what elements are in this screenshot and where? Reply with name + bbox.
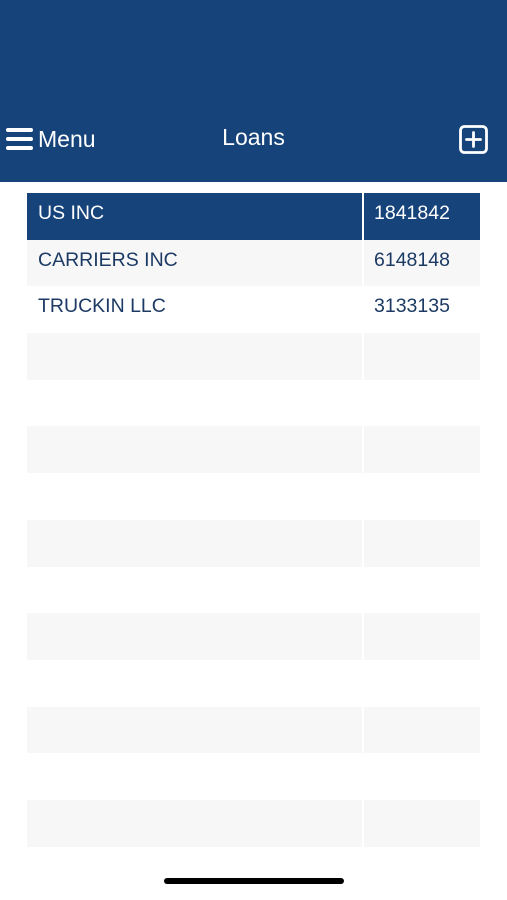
loan-number: 3133135 bbox=[374, 295, 450, 318]
column-divider bbox=[362, 333, 364, 380]
home-indicator bbox=[164, 878, 344, 884]
hamburger-icon bbox=[6, 128, 33, 150]
plus-square-icon bbox=[459, 125, 488, 154]
menu-button[interactable]: Menu bbox=[6, 122, 96, 156]
empty-row bbox=[27, 379, 480, 427]
loan-number: 6148148 bbox=[374, 248, 450, 271]
add-button[interactable] bbox=[458, 124, 490, 156]
empty-row bbox=[27, 426, 480, 474]
column-divider bbox=[362, 239, 364, 287]
loan-list: US INC 1841842 CARRIERS INC 6148148 TRUCKIN … bbox=[27, 193, 480, 847]
empty-row bbox=[27, 799, 480, 847]
column-divider bbox=[362, 706, 364, 754]
empty-row bbox=[27, 706, 480, 754]
loan-row[interactable]: CARRIERS INC 6148148 bbox=[27, 239, 480, 287]
empty-row bbox=[27, 473, 480, 520]
column-divider bbox=[362, 799, 364, 847]
loan-name: US INC bbox=[38, 202, 105, 224]
column-divider bbox=[362, 286, 364, 334]
empty-row bbox=[27, 613, 480, 660]
app-header: Menu Loans bbox=[0, 0, 507, 182]
empty-row bbox=[27, 333, 480, 380]
menu-label: Menu bbox=[38, 125, 96, 152]
column-divider bbox=[362, 519, 364, 567]
empty-row bbox=[27, 566, 480, 614]
loan-name: TRUCKIN LLC bbox=[38, 295, 166, 318]
column-divider bbox=[362, 379, 364, 427]
column-divider bbox=[362, 193, 364, 240]
loan-row[interactable]: TRUCKIN LLC 3133135 bbox=[27, 286, 480, 334]
column-divider bbox=[362, 659, 364, 707]
empty-row bbox=[27, 753, 480, 800]
column-divider bbox=[362, 566, 364, 614]
column-divider bbox=[362, 753, 364, 800]
empty-row bbox=[27, 659, 480, 707]
column-divider bbox=[362, 473, 364, 520]
loan-row[interactable]: US INC 1841842 bbox=[27, 193, 480, 240]
column-divider bbox=[362, 426, 364, 474]
column-divider bbox=[362, 613, 364, 660]
loan-number: 1841842 bbox=[374, 202, 450, 224]
loan-name: CARRIERS INC bbox=[38, 248, 178, 271]
empty-row bbox=[27, 519, 480, 567]
